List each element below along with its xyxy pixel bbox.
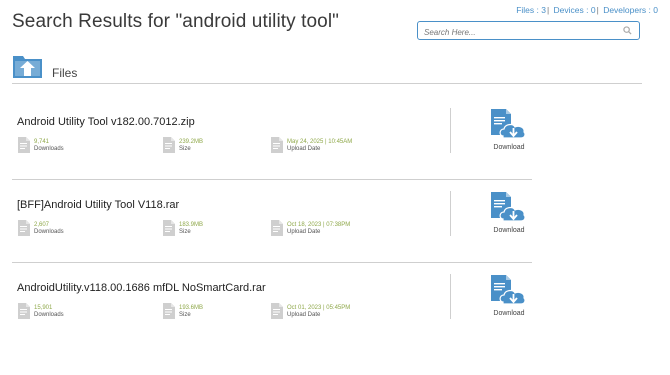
downloads-value: 15,901 (34, 305, 53, 311)
vertical-divider (450, 274, 451, 319)
document-icon (18, 137, 30, 153)
file-name[interactable]: AndroidUtility.v118.00.1686 mfDL NoSmart… (17, 282, 266, 294)
page-title: Search Results for "android utility tool… (12, 11, 340, 32)
count-separator: | (596, 5, 599, 15)
section-divider (12, 83, 642, 84)
count-separator: | (546, 5, 550, 15)
vertical-divider (450, 191, 451, 236)
upload-date-label: Upload Date (287, 229, 321, 235)
download-button[interactable]: Download (488, 191, 532, 236)
downloads-label: Downloads (34, 146, 64, 152)
vertical-divider (450, 108, 451, 153)
document-icon (18, 220, 30, 236)
search-box (417, 21, 640, 41)
download-label: Download (493, 227, 525, 234)
download-button[interactable]: Download (488, 274, 532, 319)
downloads-value: 9,741 (34, 139, 50, 145)
file-item: Android Utility Tool v182.00.7012.zip 9,… (12, 108, 532, 182)
files-section-title: Files (52, 66, 78, 80)
downloads-label: Downloads (34, 312, 64, 318)
size-label: Size (179, 146, 191, 152)
document-icon (271, 220, 283, 236)
download-button[interactable]: Download (488, 108, 532, 153)
size-label: Size (179, 312, 191, 318)
document-icon (163, 303, 175, 319)
search-input[interactable] (418, 24, 620, 41)
files-section-header: Files (12, 54, 642, 84)
upload-date-value: Oct 01, 2023 | 05:45PM (287, 305, 351, 311)
file-name[interactable]: [BFF]Android Utility Tool V118.rar (17, 199, 179, 211)
cloud-download-icon (491, 192, 526, 222)
row-divider (12, 179, 532, 180)
document-icon (163, 137, 175, 153)
devices-count-link[interactable]: Devices : 0 (554, 5, 596, 15)
size-value: 193.6MB (179, 305, 204, 311)
upload-date-label: Upload Date (287, 312, 321, 318)
folder-upload-icon (13, 56, 42, 78)
developers-count-link[interactable]: Developers : 0 (603, 5, 658, 15)
document-icon (271, 303, 283, 319)
files-count-link[interactable]: Files : 3 (516, 5, 546, 15)
download-label: Download (493, 310, 525, 317)
cloud-download-icon (491, 275, 526, 305)
size-label: Size (179, 229, 191, 235)
download-label: Download (493, 144, 525, 151)
size-value: 183.9MB (179, 222, 204, 228)
document-icon (18, 303, 30, 319)
cloud-download-icon (491, 109, 526, 139)
document-icon (271, 137, 283, 153)
size-value: 239.2MB (179, 139, 204, 145)
document-icon (163, 220, 175, 236)
upload-date-value: Oct 18, 2023 | 07:38PM (287, 222, 351, 228)
row-divider (12, 262, 532, 263)
file-name[interactable]: Android Utility Tool v182.00.7012.zip (17, 116, 195, 128)
result-counts: Files : 3| Devices : 0| Developers : 0 (516, 5, 658, 15)
upload-date-value: May 24, 2025 | 10:45AM (287, 139, 353, 145)
search-icon[interactable] (623, 26, 632, 35)
upload-date-label: Upload Date (287, 146, 321, 152)
downloads-label: Downloads (34, 229, 64, 235)
file-item: [BFF]Android Utility Tool V118.rar 2,607… (12, 191, 532, 265)
file-item: AndroidUtility.v118.00.1686 mfDL NoSmart… (12, 274, 532, 348)
downloads-value: 2,607 (34, 222, 50, 228)
